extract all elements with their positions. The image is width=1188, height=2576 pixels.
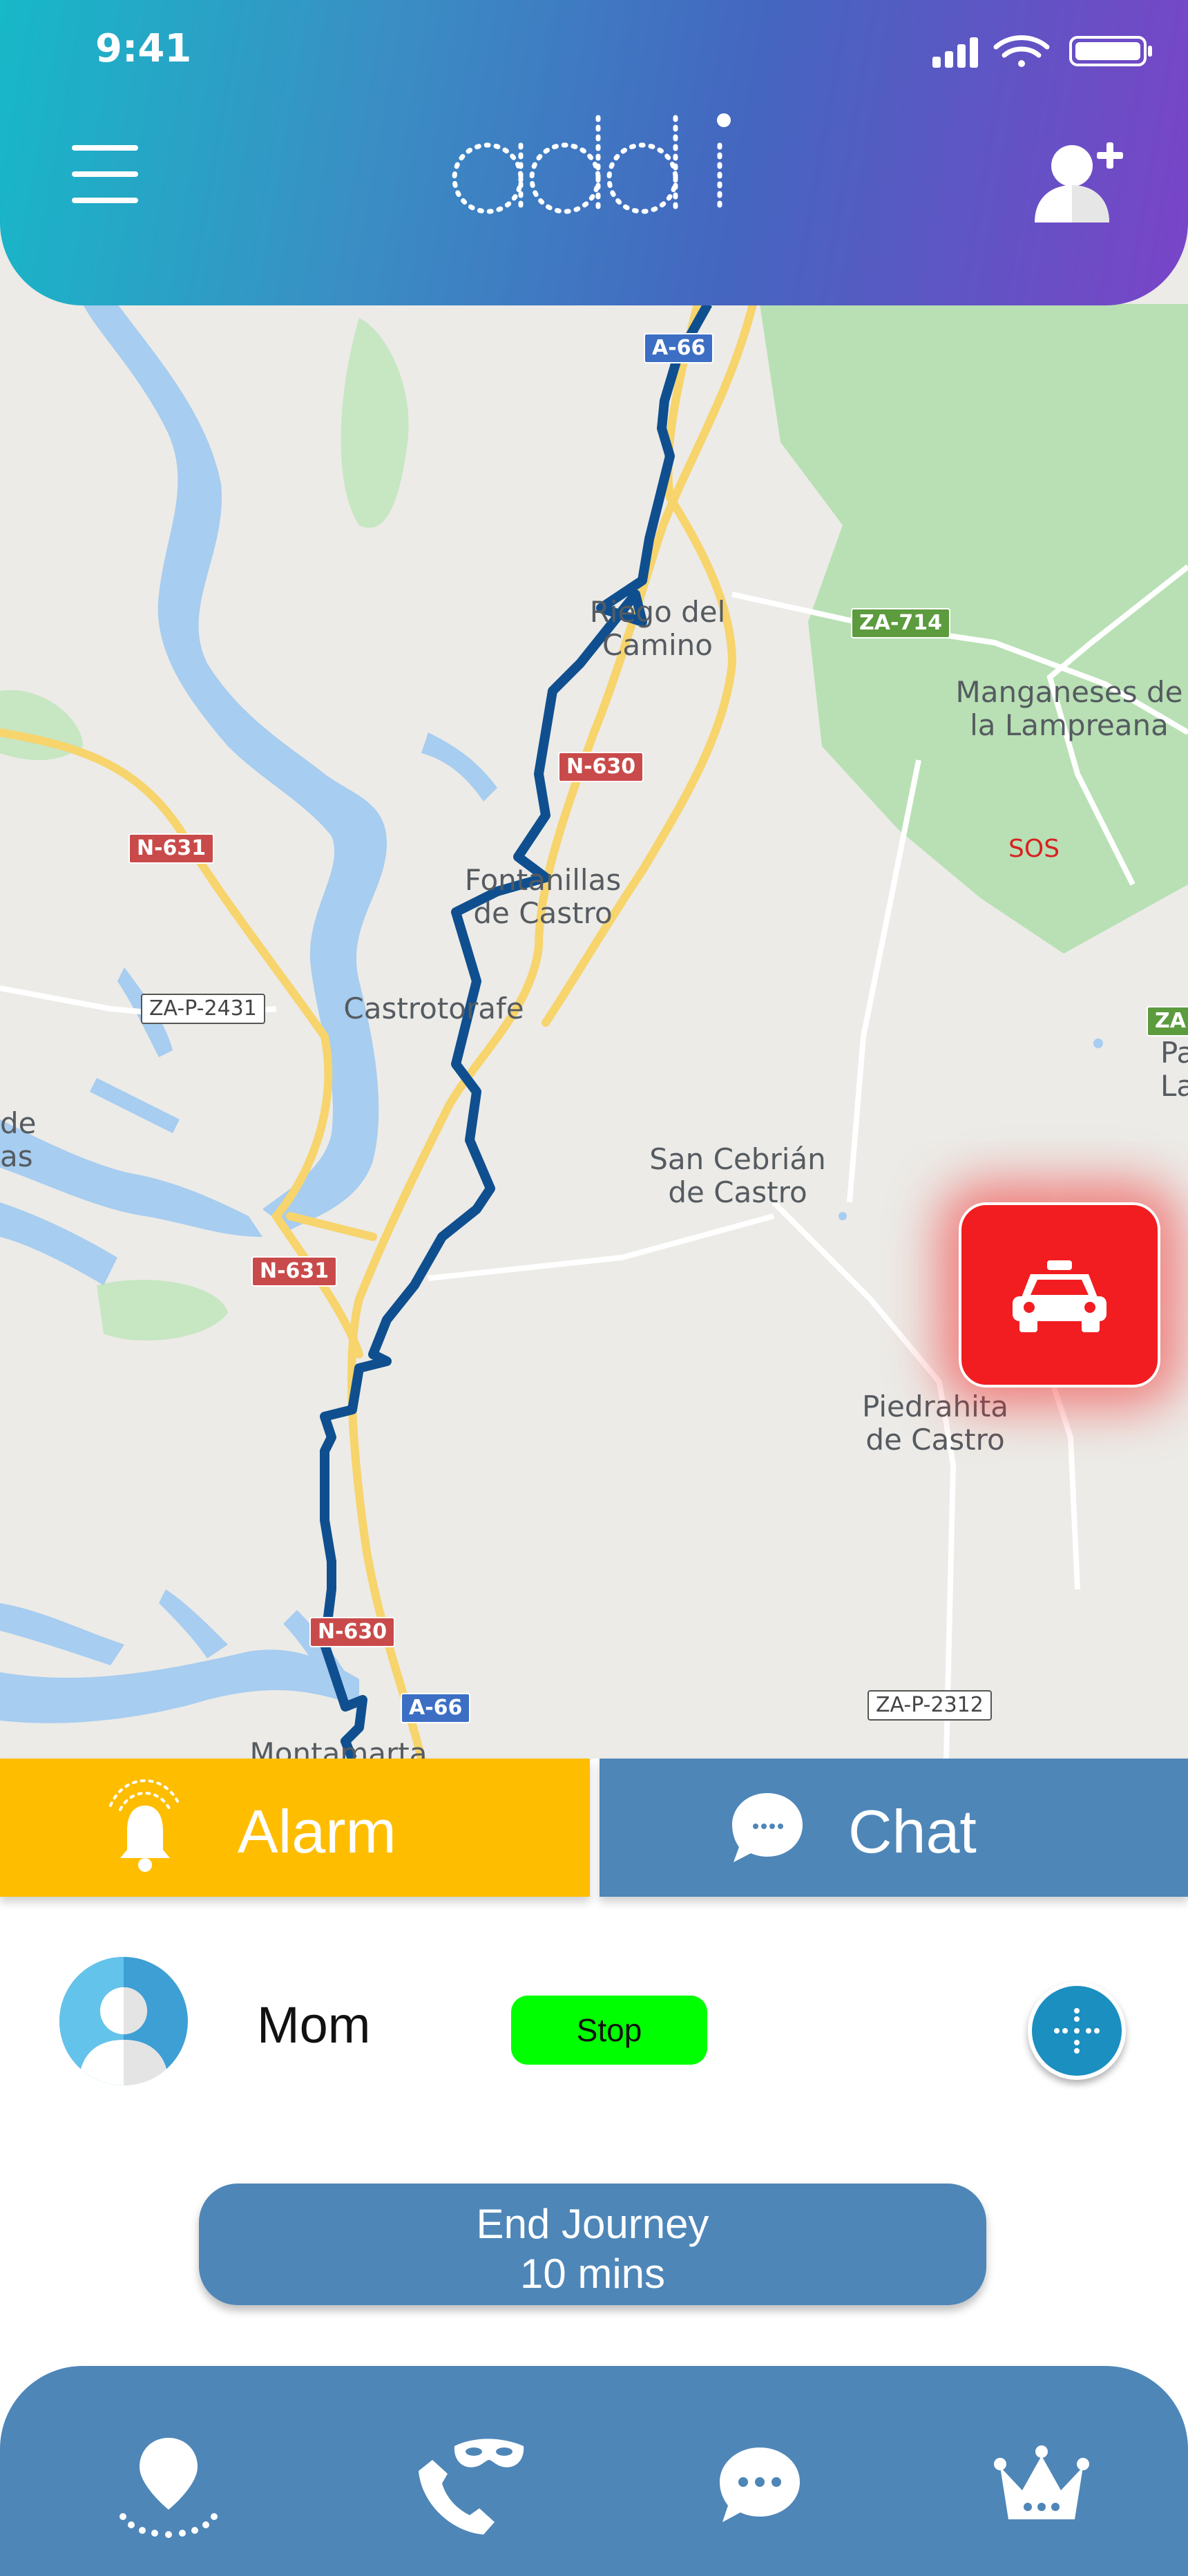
place-riego-del-camino: Riego del Camino [589, 595, 726, 662]
place-montamarta: Montamarta [249, 1736, 428, 1759]
hamburger-icon [72, 145, 138, 151]
phone-mask-icon [419, 2438, 524, 2535]
alarm-bell-icon [109, 1779, 181, 1872]
nav-item-calls[interactable] [412, 2432, 524, 2543]
sos-label: SOS [1008, 835, 1060, 863]
battery-icon [1069, 36, 1152, 66]
road-n630-b: N-630 [309, 1617, 396, 1647]
road-zap2312: ZA-P-2312 [868, 1690, 992, 1721]
nav-item-chat[interactable] [705, 2432, 815, 2543]
addi-logo: addi [449, 111, 739, 224]
park-area [760, 304, 1188, 954]
contact-name: Mom [257, 1996, 371, 2054]
dotted-cross-icon [1054, 2008, 1100, 2054]
road-za-right: ZA [1147, 1006, 1188, 1036]
chat-bubble-icon [720, 2447, 800, 2522]
road-n631-b: N-631 [251, 1256, 338, 1287]
end-journey-label: End Journey [476, 2201, 709, 2247]
add-user-icon [1035, 142, 1123, 222]
place-de-left: de as [0, 1106, 37, 1173]
nav-item-location[interactable] [113, 2432, 224, 2543]
status-icons [932, 32, 1160, 73]
road-n631-a: N-631 [128, 833, 215, 864]
end-journey-button[interactable]: End Journey 10 mins [199, 2184, 986, 2305]
more-options-button[interactable] [1028, 1982, 1126, 2080]
alarm-label: Alarm [238, 1797, 396, 1866]
taxi-icon [1013, 1260, 1106, 1332]
menu-button[interactable] [72, 145, 138, 203]
place-fontanillas: Fontanillas de Castro [464, 863, 622, 930]
bottom-nav [0, 2366, 1188, 2576]
signal-icon [932, 37, 978, 68]
alarm-button[interactable]: Alarm [0, 1759, 590, 1897]
park-area-bottom [97, 1280, 228, 1341]
place-san-cebrian: San Cebrián de Castro [649, 1142, 826, 1209]
nav-item-premium[interactable] [986, 2432, 1097, 2543]
location-pin-icon [119, 2438, 218, 2538]
chat-label: Chat [848, 1797, 977, 1866]
journey-duration: 10 mins [519, 2251, 666, 2297]
road-zap2431: ZA-P-2431 [141, 994, 265, 1024]
avatar[interactable] [59, 1957, 188, 2085]
app-header: 9:41 [0, 0, 1188, 305]
place-castrotorafe: Castrotorafe [343, 992, 524, 1025]
status-time: 9:41 [95, 26, 192, 71]
chat-button[interactable]: Chat [600, 1759, 1188, 1897]
user-avatar-icon [59, 1957, 188, 2085]
place-pajares: PajareLamp [1160, 1036, 1188, 1103]
crown-icon [994, 2445, 1089, 2519]
road-za714: ZA-714 [851, 608, 951, 638]
park-area-small [341, 318, 409, 528]
road-a66-bottom: A-66 [401, 1693, 471, 1723]
place-manganeses: Manganeses de la Lampreana [955, 675, 1183, 742]
wifi-icon [993, 35, 1050, 67]
road-n630-a: N-630 [558, 752, 644, 782]
taxi-button[interactable] [959, 1202, 1160, 1388]
status-badge[interactable]: Stop [511, 1996, 707, 2065]
place-piedrahita: Piedrahita de Castro [861, 1390, 1009, 1457]
chat-bubble-icon [732, 1793, 803, 1862]
add-user-button[interactable] [1032, 135, 1129, 228]
road-a66-top: A-66 [644, 333, 714, 363]
